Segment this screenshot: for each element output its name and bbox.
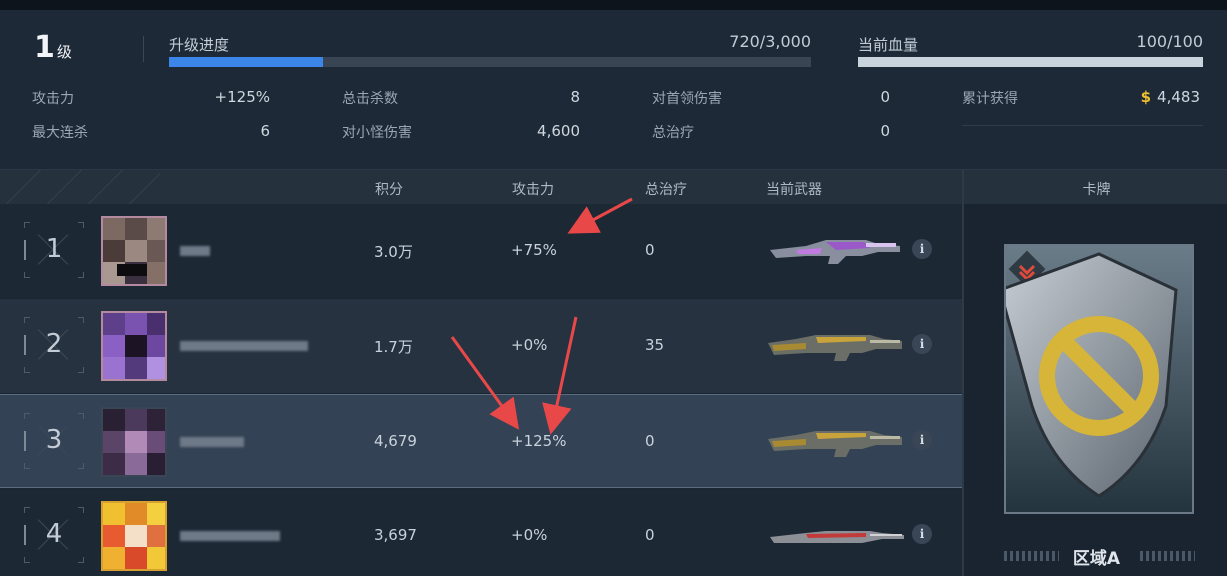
- info-icon[interactable]: i: [912, 524, 932, 544]
- rank-badge: 2: [24, 317, 84, 373]
- gold-rifle-icon: [768, 335, 902, 361]
- xp-progress-fill: [169, 57, 324, 67]
- stat-total-heal-label: 总治疗: [652, 125, 694, 141]
- stat-earned-value: $4,483: [1140, 88, 1200, 106]
- stat-boss-damage-value: 0: [880, 88, 890, 106]
- avatar[interactable]: [101, 407, 167, 477]
- score-value: 3.0万: [374, 243, 413, 261]
- xp-value: 720/3,000: [729, 32, 811, 51]
- attack-value: +125%: [511, 432, 567, 450]
- stat-max-streak-value: 6: [260, 122, 270, 140]
- table-row[interactable]: 4 3,697 +0% 0 i: [0, 489, 962, 576]
- rank-badge: 3: [24, 413, 84, 469]
- heal-value: 0: [645, 432, 655, 450]
- hp-bar: [858, 57, 1203, 67]
- avatar[interactable]: [101, 216, 167, 286]
- hp-value: 100/100: [1136, 32, 1203, 51]
- attack-value: +0%: [511, 336, 548, 354]
- score-value: 3,697: [374, 526, 417, 544]
- purple-rifle-icon: [770, 240, 900, 264]
- stat-attack-label: 攻击力: [32, 91, 74, 107]
- stat-total-heal-value: 0: [880, 122, 890, 140]
- card-panel: 卡牌 区域A: [962, 170, 1227, 576]
- info-icon[interactable]: i: [912, 239, 932, 259]
- table-row[interactable]: 3 4,679 +125% 0 i: [0, 394, 962, 488]
- avatar[interactable]: [101, 501, 167, 571]
- xp-progress-bar: [169, 57, 811, 67]
- player-name-redacted: [180, 246, 210, 256]
- scoreboard-table: 积分 攻击力 总治疗 当前武器 1 3.0万 +75% 0 i 2 1.7万 +…: [0, 170, 962, 576]
- player-level: 1级: [34, 30, 72, 65]
- player-name-redacted: [180, 531, 280, 541]
- attack-value: +75%: [511, 241, 557, 259]
- info-icon[interactable]: i: [912, 334, 932, 354]
- hp-fill: [858, 57, 1203, 67]
- rank-number: 1: [45, 234, 63, 264]
- hp-label: 当前血量: [858, 36, 919, 54]
- top-strip: [0, 0, 1227, 10]
- heal-value: 35: [645, 336, 665, 354]
- rank-number: 2: [45, 329, 63, 359]
- prohibited-shield-icon: [998, 246, 1192, 512]
- table-row[interactable]: 2 1.7万 +0% 35 i: [0, 299, 962, 393]
- player-name-redacted: [180, 437, 244, 447]
- player-stats-header: 1级 升级进度 720/3,000 当前血量 100/100 攻击力 +125%…: [0, 10, 1227, 170]
- column-score: 积分: [375, 182, 403, 198]
- card-panel-title: 卡牌: [1082, 182, 1111, 198]
- column-heal: 总治疗: [645, 182, 687, 198]
- rank-number: 4: [45, 519, 63, 549]
- red-rifle-icon: [770, 531, 904, 543]
- stat-earned-label: 累计获得: [962, 91, 1018, 107]
- score-value: 1.7万: [374, 338, 413, 356]
- avatar[interactable]: [101, 311, 167, 381]
- divider: [143, 36, 144, 62]
- stat-boss-damage-label: 对首领伤害: [652, 91, 722, 107]
- rank-badge: 1: [24, 222, 84, 278]
- rank-badge: 4: [24, 507, 84, 563]
- stat-max-streak-label: 最大连杀: [32, 125, 88, 141]
- stat-kills-value: 8: [570, 88, 580, 106]
- rank-number: 3: [45, 425, 63, 455]
- stat-minion-damage-value: 4,600: [537, 122, 580, 140]
- info-icon[interactable]: i: [912, 430, 932, 450]
- table-header: 积分 攻击力 总治疗 当前武器: [0, 170, 962, 204]
- heal-value: 0: [645, 241, 655, 259]
- card-frame[interactable]: [998, 244, 1194, 514]
- stat-minion-damage-label: 对小怪伤害: [342, 125, 412, 141]
- column-weapon: 当前武器: [766, 182, 822, 198]
- xp-label: 升级进度: [169, 36, 230, 54]
- player-name-redacted: [180, 341, 308, 351]
- table-row[interactable]: 1 3.0万 +75% 0 i: [0, 204, 962, 298]
- gold-rifle-icon: [768, 431, 902, 457]
- divider: [962, 125, 1203, 126]
- stat-attack-value: +125%: [214, 88, 270, 106]
- heal-value: 0: [645, 526, 655, 544]
- score-value: 4,679: [374, 432, 417, 450]
- dollar-icon: $: [1140, 88, 1152, 106]
- attack-value: +0%: [511, 526, 548, 544]
- stat-kills-label: 总击杀数: [342, 91, 398, 107]
- column-attack: 攻击力: [512, 182, 554, 198]
- header-decoration: [0, 170, 160, 204]
- card-name: 区域A: [1072, 549, 1121, 569]
